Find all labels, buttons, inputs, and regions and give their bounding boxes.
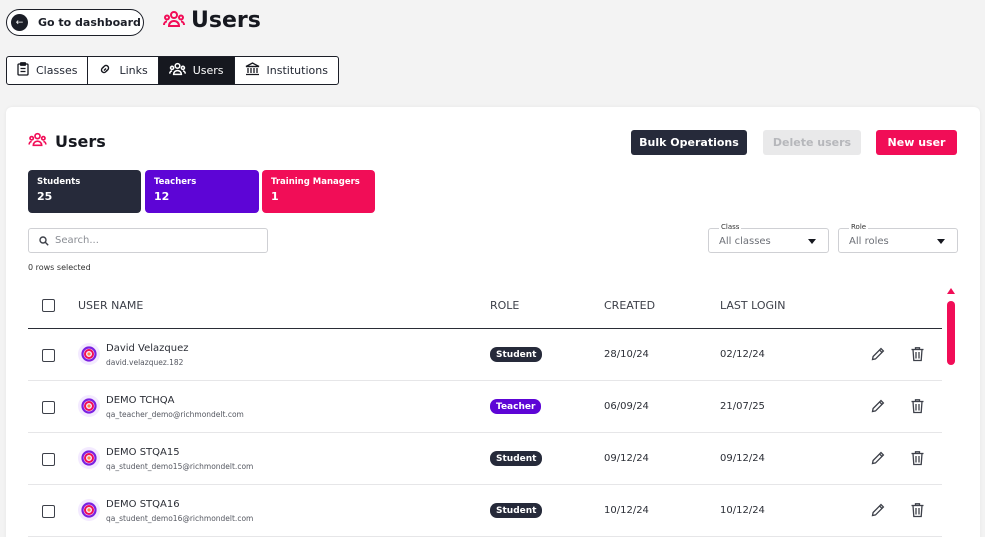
- user-email: qa_student_demo15@richmondelt.com: [106, 462, 254, 471]
- link-icon: [98, 62, 119, 79]
- role-badge: Student: [490, 347, 543, 362]
- role-filter-label: Role: [849, 223, 869, 231]
- stat-title: Teachers: [154, 177, 197, 187]
- created-date: 10/12/24: [604, 505, 649, 516]
- tab-label: Links: [119, 64, 148, 77]
- edit-pencil-icon[interactable]: [870, 346, 886, 366]
- row-checkbox[interactable]: [42, 505, 55, 518]
- arrow-left-icon: ←: [11, 14, 28, 31]
- created-date: 09/12/24: [604, 453, 649, 464]
- tab-institutions[interactable]: Institutions: [235, 57, 338, 84]
- select-all-checkbox[interactable]: [42, 299, 55, 312]
- scrollbar-thumb[interactable]: [946, 301, 955, 365]
- page-title-text: Users: [191, 8, 261, 33]
- card-title-text: Users: [55, 132, 106, 151]
- table-row[interactable]: DEMO TCHQA qa_teacher_demo@richmondelt.c…: [28, 381, 942, 433]
- created-date: 28/10/24: [604, 349, 649, 360]
- tab-label: Institutions: [266, 64, 328, 77]
- new-user-button[interactable]: New user: [876, 130, 957, 155]
- stat-title: Students: [37, 177, 81, 187]
- avatar: [78, 447, 100, 469]
- delete-trash-icon[interactable]: [910, 502, 925, 522]
- table-row[interactable]: DEMO STQA16 qa_student_demo16@richmondel…: [28, 485, 942, 537]
- column-header-role[interactable]: ROLE: [490, 299, 519, 312]
- user-name: DEMO STQA16: [106, 499, 180, 510]
- last-login-date: 21/07/25: [720, 401, 765, 412]
- tab-links[interactable]: Links: [88, 57, 159, 84]
- users-icon: [163, 10, 185, 32]
- search-input[interactable]: [55, 235, 255, 246]
- role-filter-select[interactable]: Role All roles: [838, 223, 958, 253]
- row-checkbox[interactable]: [42, 349, 55, 362]
- clipboard-icon: [17, 62, 36, 79]
- bulk-operations-button[interactable]: Bulk Operations: [631, 130, 747, 155]
- caret-down-icon: [937, 239, 945, 244]
- users-card: Users Bulk Operations Delete users New u…: [6, 107, 980, 537]
- delete-trash-icon[interactable]: [910, 450, 925, 470]
- tab-classes[interactable]: Classes: [7, 57, 89, 84]
- stat-title: Training Managers: [271, 177, 360, 187]
- role-badge: Student: [490, 503, 543, 518]
- avatar: [78, 343, 100, 365]
- stat-count: 1: [271, 190, 279, 203]
- user-email: qa_teacher_demo@richmondelt.com: [106, 410, 244, 419]
- stat-count: 12: [154, 190, 170, 203]
- last-login-date: 09/12/24: [720, 453, 765, 464]
- role-badge: Student: [490, 451, 543, 466]
- class-filter-label: Class: [719, 223, 742, 231]
- edit-pencil-icon[interactable]: [870, 502, 886, 522]
- tab-label: Classes: [36, 64, 78, 77]
- user-email: david.velazquez.182: [106, 358, 184, 367]
- column-header-created[interactable]: CREATED: [604, 299, 655, 312]
- last-login-date: 02/12/24: [720, 349, 765, 360]
- card-title: Users: [28, 132, 106, 151]
- institution-icon: [245, 62, 267, 79]
- avatar: [78, 395, 100, 417]
- delete-trash-icon[interactable]: [910, 398, 925, 418]
- rows-selected-text: 0 rows selected: [28, 263, 91, 272]
- user-name: David Velazquez: [106, 343, 189, 354]
- users-icon: [168, 62, 193, 79]
- created-date: 06/09/24: [604, 401, 649, 412]
- table-header: USER NAME ROLE CREATED LAST LOGIN: [28, 287, 942, 329]
- users-icon: [28, 132, 47, 151]
- table-body: David Velazquez david.velazquez.182 Stud…: [28, 329, 942, 537]
- go-to-dashboard-button[interactable]: ← Go to dashboard: [6, 9, 144, 36]
- page-title: Users: [163, 8, 261, 33]
- row-checkbox[interactable]: [42, 401, 55, 414]
- role-filter-value: All roles: [849, 236, 889, 247]
- user-name: DEMO STQA15: [106, 447, 180, 458]
- training-managers-stat-card[interactable]: Training Managers 1: [262, 170, 375, 213]
- section-tabs: Classes Links Users Institutions: [6, 56, 339, 85]
- table-scrollbar[interactable]: [946, 288, 955, 537]
- column-header-last-login[interactable]: LAST LOGIN: [720, 299, 786, 312]
- class-filter-select[interactable]: Class All classes: [708, 223, 829, 253]
- table-row[interactable]: DEMO STQA15 qa_student_demo15@richmondel…: [28, 433, 942, 485]
- students-stat-card[interactable]: Students 25: [28, 170, 141, 213]
- delete-trash-icon[interactable]: [910, 346, 925, 366]
- delete-users-button[interactable]: Delete users: [763, 130, 861, 155]
- last-login-date: 10/12/24: [720, 505, 765, 516]
- class-filter-value: All classes: [719, 236, 771, 247]
- search-icon: [39, 231, 49, 250]
- avatar: [78, 499, 100, 521]
- teachers-stat-card[interactable]: Teachers 12: [145, 170, 259, 213]
- user-name: DEMO TCHQA: [106, 395, 175, 406]
- table-row[interactable]: David Velazquez david.velazquez.182 Stud…: [28, 329, 942, 381]
- edit-pencil-icon[interactable]: [870, 450, 886, 470]
- stat-count: 25: [37, 190, 53, 203]
- role-badge: Teacher: [490, 399, 542, 414]
- tab-users[interactable]: Users: [158, 57, 235, 84]
- edit-pencil-icon[interactable]: [870, 398, 886, 418]
- go-to-dashboard-label: Go to dashboard: [38, 16, 141, 29]
- users-table: USER NAME ROLE CREATED LAST LOGIN David …: [28, 287, 942, 537]
- tab-label: Users: [192, 64, 224, 77]
- scroll-up-arrow-icon[interactable]: [946, 288, 955, 294]
- column-header-user-name[interactable]: USER NAME: [78, 299, 143, 312]
- user-email: qa_student_demo16@richmondelt.com: [106, 514, 254, 523]
- search-box: [28, 228, 268, 253]
- row-checkbox[interactable]: [42, 453, 55, 466]
- caret-down-icon: [808, 239, 816, 244]
